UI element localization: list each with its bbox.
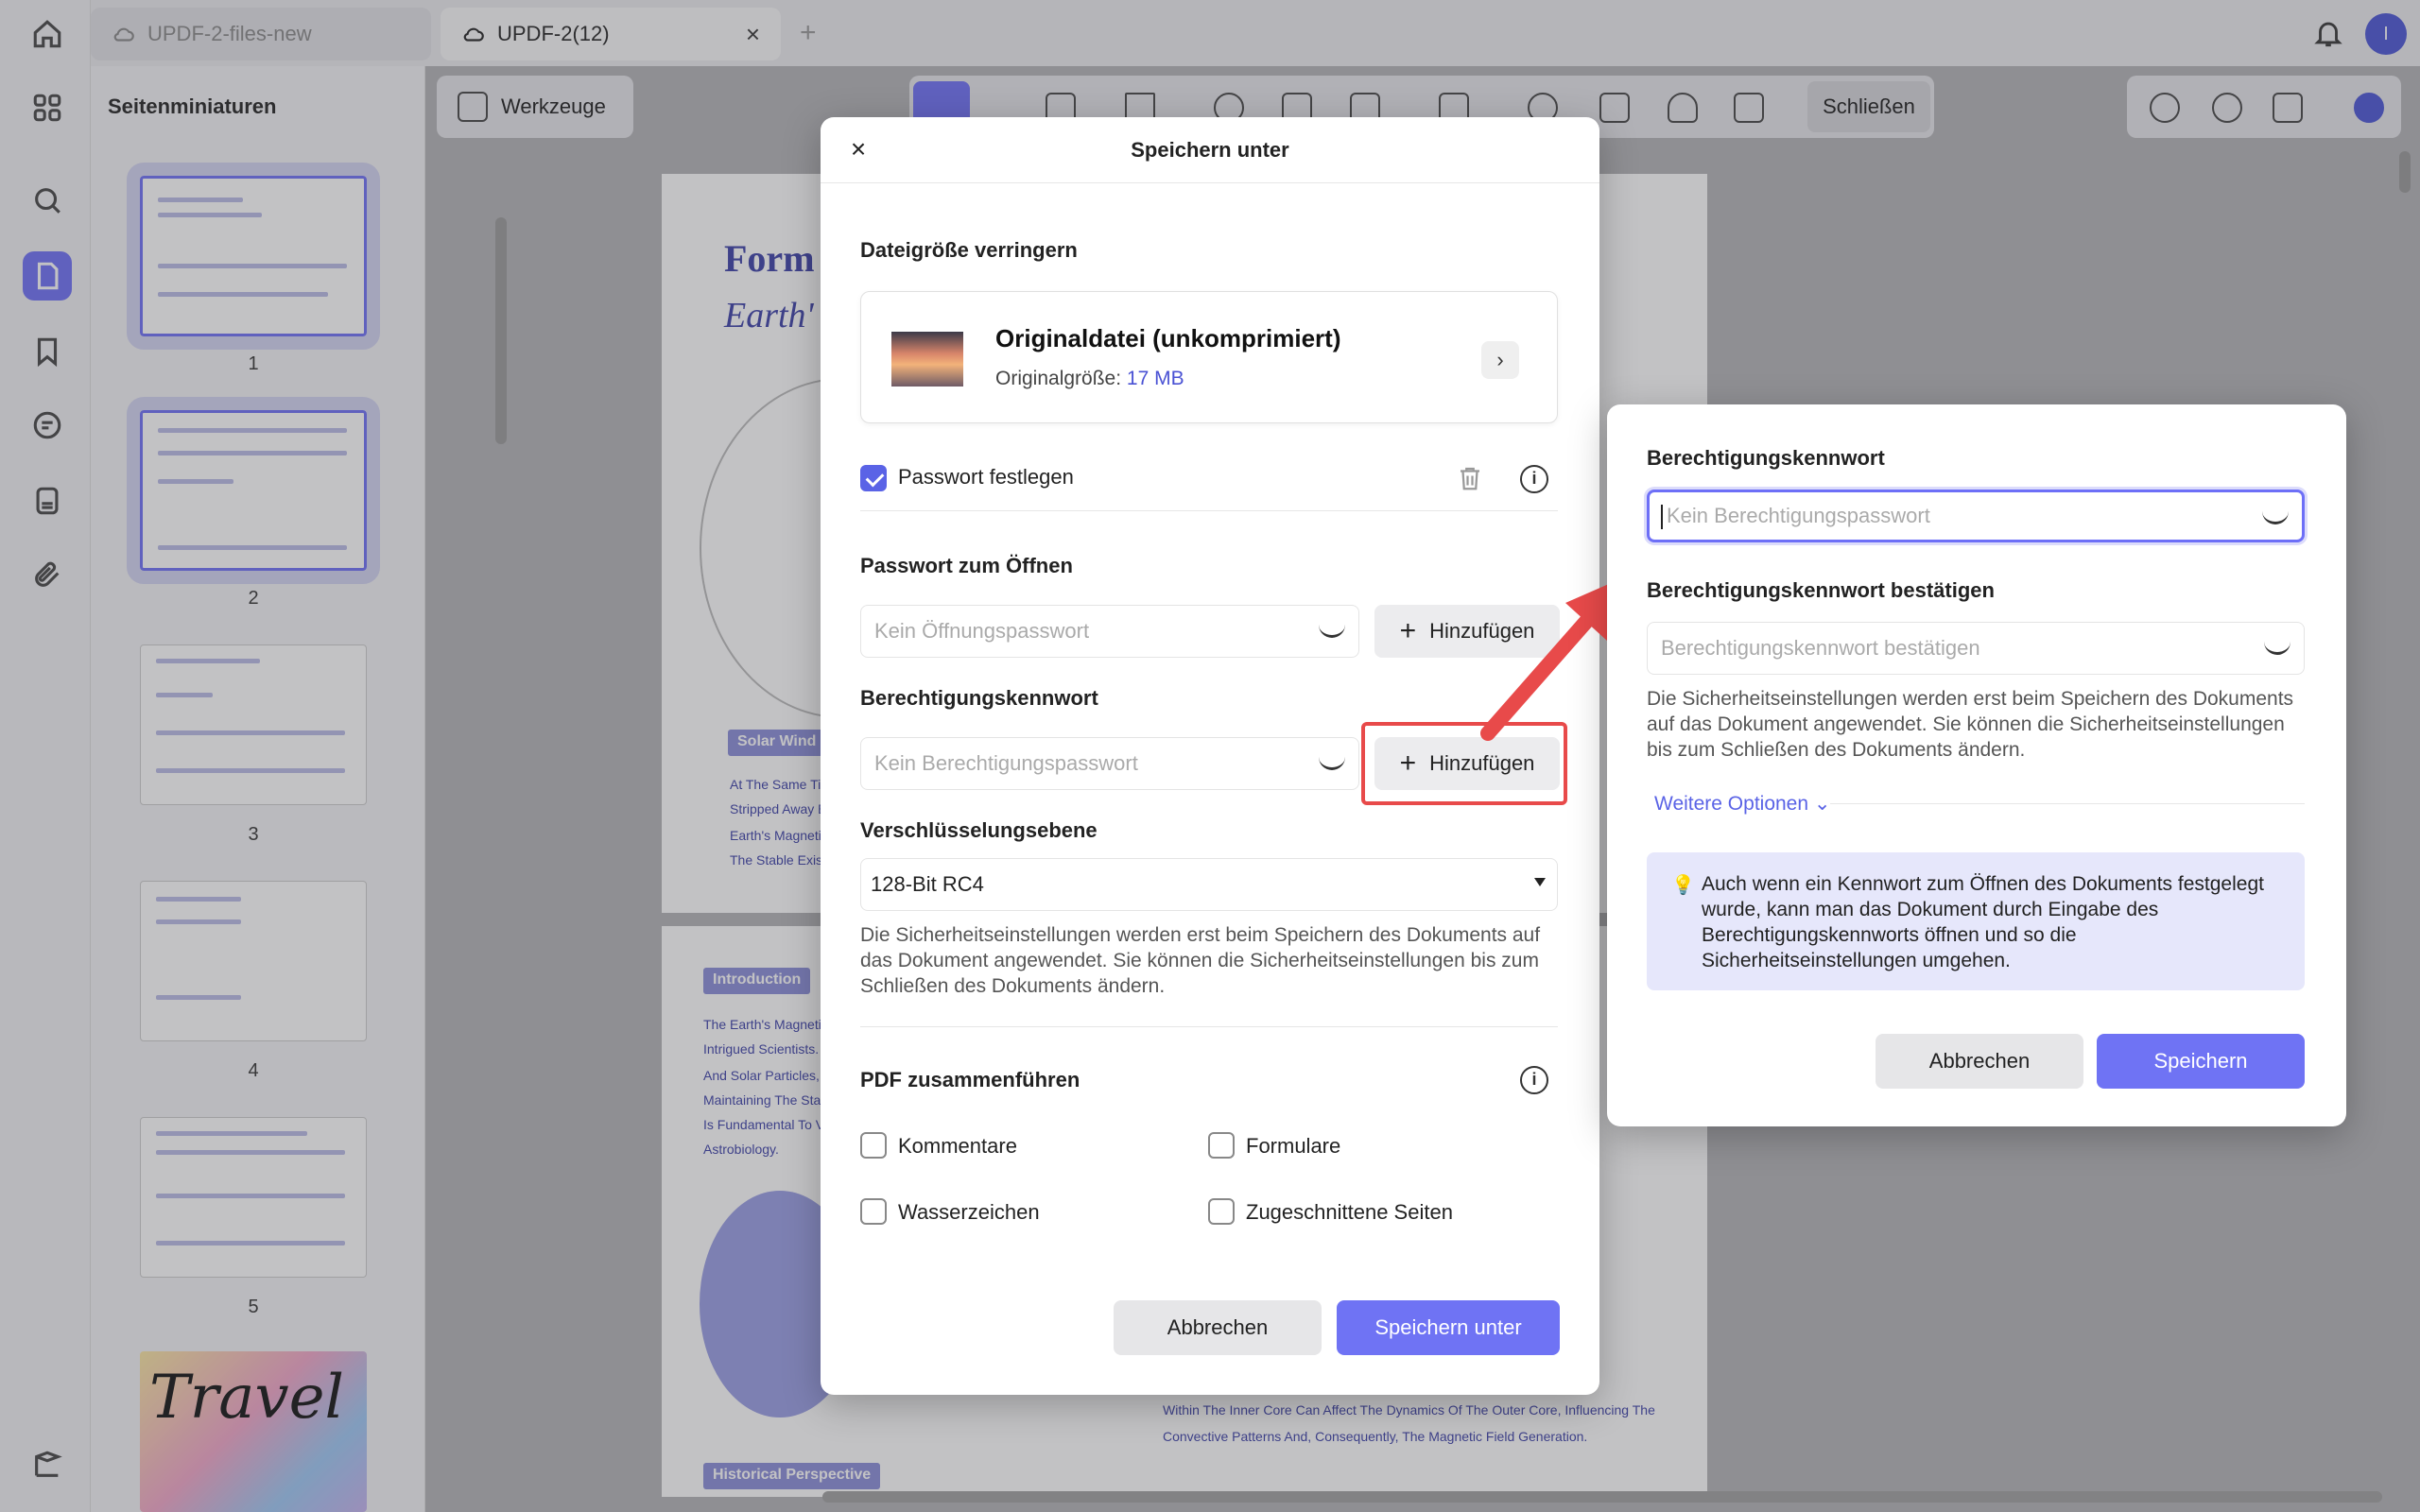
chevron-right-icon[interactable]: › <box>1481 341 1519 379</box>
caret-down-icon <box>1534 878 1546 886</box>
dialog-title: Speichern unter <box>1131 138 1289 162</box>
more-options-link[interactable]: Weitere Optionen ⌄ <box>1654 792 1831 816</box>
placeholder: Berechtigungskennwort bestätigen <box>1661 636 1980 660</box>
more-options-label: Weitere Optionen <box>1654 793 1809 815</box>
cancel-button[interactable]: Abbrechen <box>1876 1034 2083 1089</box>
trash-icon[interactable] <box>1456 463 1484 493</box>
selected-value: 128-Bit RC4 <box>871 872 984 896</box>
file-thumbnail <box>891 332 963 387</box>
plus-icon: + <box>1399 615 1417 646</box>
eye-closed-icon[interactable] <box>1319 757 1345 770</box>
placeholder: Kein Öffnungspasswort <box>874 619 1090 643</box>
encryption-select[interactable]: 128-Bit RC4 <box>860 858 1558 911</box>
divider <box>860 1026 1558 1027</box>
lightbulb-icon: 💡 <box>1671 875 1695 896</box>
save-as-dialog: × Speichern unter Dateigröße verringern … <box>821 117 1599 1395</box>
divider <box>1830 803 2305 804</box>
dialog-header: × Speichern unter <box>821 117 1599 183</box>
set-password-label: Passwort festlegen <box>898 465 1074 489</box>
info-icon[interactable]: i <box>1520 465 1548 493</box>
file-size-info: Originalgröße: 17 MB <box>995 368 1184 390</box>
encryption-label: Verschlüsselungsebene <box>860 818 1098 842</box>
cropped-pages-checkbox[interactable] <box>1208 1198 1235 1225</box>
placeholder: Kein Berechtigungspasswort <box>1667 504 1930 527</box>
permission-password-input[interactable]: Kein Berechtigungspasswort <box>1647 490 2305 542</box>
info-icon[interactable]: i <box>1520 1066 1548 1094</box>
forms-checkbox[interactable] <box>1208 1132 1235 1159</box>
confirm-password-label: Berechtigungskennwort bestätigen <box>1647 578 1995 602</box>
file-size-value: 17 MB <box>1126 368 1184 389</box>
watermark-checkbox[interactable] <box>860 1198 887 1225</box>
info-tip: 💡 Auch wenn ein Kennwort zum Öffnen des … <box>1647 852 2305 990</box>
file-size-label: Originalgröße: <box>995 368 1122 389</box>
file-size-option[interactable]: Originaldatei (unkomprimiert) Originalgr… <box>860 291 1558 423</box>
file-option-title: Originaldatei (unkomprimiert) <box>995 324 1341 352</box>
permission-password-input[interactable]: Kein Berechtigungspasswort <box>860 737 1359 790</box>
save-as-button[interactable]: Speichern unter <box>1337 1300 1560 1355</box>
cropped-pages-label: Zugeschnittene Seiten <box>1246 1200 1453 1224</box>
security-note: Die Sicherheitseinstellungen werden erst… <box>860 924 1541 997</box>
comments-checkbox[interactable] <box>860 1132 887 1159</box>
permission-password-popup: Berechtigungskennwort Kein Berechtigungs… <box>1607 404 2346 1126</box>
tip-text: Auch wenn ein Kennwort zum Öffnen des Do… <box>1702 873 2264 971</box>
watermark-label: Wasserzeichen <box>898 1200 1040 1224</box>
cancel-button[interactable]: Abbrechen <box>1114 1300 1322 1355</box>
reduce-size-label: Dateigröße verringern <box>860 238 1078 262</box>
placeholder: Kein Berechtigungspasswort <box>874 751 1138 775</box>
confirm-password-input[interactable]: Berechtigungskennwort bestätigen <box>1647 622 2305 675</box>
save-button[interactable]: Speichern <box>2097 1034 2305 1089</box>
eye-closed-icon[interactable] <box>2262 511 2289 524</box>
forms-label: Formulare <box>1246 1134 1341 1158</box>
comments-label: Kommentare <box>898 1134 1017 1158</box>
divider <box>860 510 1558 511</box>
open-password-label: Passwort zum Öffnen <box>860 554 1073 577</box>
permission-password-label: Berechtigungskennwort <box>860 686 1098 710</box>
security-note: Die Sicherheitseinstellungen werden erst… <box>1647 688 2294 761</box>
chevron-down-icon: ⌄ <box>1813 793 1831 815</box>
eye-closed-icon[interactable] <box>1319 625 1345 638</box>
permission-password-label: Berechtigungskennwort <box>1647 446 1885 470</box>
open-password-input[interactable]: Kein Öffnungspasswort <box>860 605 1359 658</box>
set-password-checkbox[interactable] <box>860 465 887 491</box>
eye-closed-icon[interactable] <box>2264 642 2290 655</box>
merge-label: PDF zusammenführen <box>860 1068 1080 1091</box>
text-cursor <box>1661 505 1663 530</box>
